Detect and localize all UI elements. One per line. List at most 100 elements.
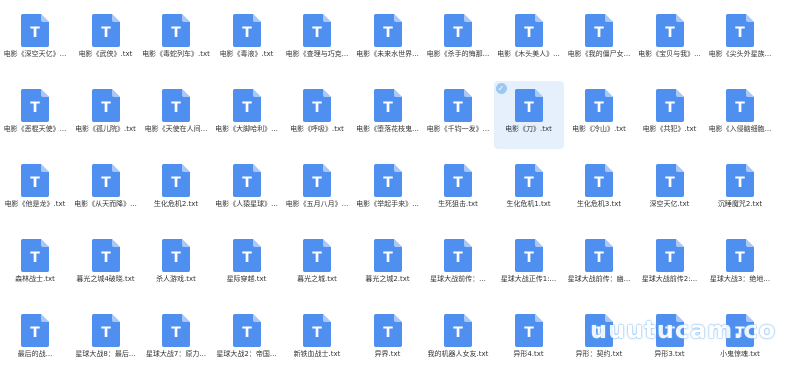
svg-text:T: T (383, 250, 393, 266)
file-item[interactable]: T 电影《呼吸》.txt (282, 81, 352, 149)
file-item[interactable]: T 星球大战2：帝国... (212, 306, 282, 374)
file-item[interactable]: T 沉睡魔咒2.txt (705, 156, 775, 224)
text-file-icon: T (373, 89, 402, 122)
file-item[interactable]: T 电影《查理与巧克... (282, 6, 352, 74)
text-file-icon: T (303, 89, 331, 122)
file-item[interactable]: T 最后的战... (0, 306, 70, 374)
file-item[interactable]: T 电影《恶棍天使》... (0, 81, 70, 149)
file-item[interactable]: T 电影《武侠》.txt (71, 6, 141, 74)
file-item[interactable]: T 暮光之城.txt (282, 231, 352, 299)
file-item[interactable]: T 生死狙击.txt (423, 156, 493, 224)
text-file-icon: T (514, 164, 543, 197)
file-name: 我的机器人女友.txt (427, 350, 489, 358)
text-file-icon: T (232, 239, 261, 272)
text-file-icon: T (373, 164, 402, 197)
file-item[interactable]: T 暮光之城4破晓.txt (71, 231, 141, 299)
file-item[interactable]: T 电影《孤儿院》.txt (71, 81, 141, 149)
file-item[interactable]: T 星球大战前传：... (423, 231, 493, 299)
file-item[interactable]: T 电影《天使在人间... (141, 81, 211, 149)
text-file-icon: T (585, 89, 613, 122)
svg-text:T: T (101, 175, 111, 191)
text-file-icon: T (162, 239, 190, 272)
file-name: 星球大战3：绝地... (709, 275, 771, 283)
file-item[interactable]: T 星际穿越.txt (212, 231, 282, 299)
file-item[interactable]: T 电影《冷山》.txt (564, 81, 634, 149)
file-item[interactable]: T 杀人游戏.txt (141, 231, 211, 299)
file-item[interactable]: T 星球大战前传2:... (635, 231, 705, 299)
file-item[interactable]: T 电影《举起手来》... (353, 156, 423, 224)
text-file-icon: T (585, 239, 613, 272)
file-name: 异形：契约.txt (575, 350, 623, 358)
file-item[interactable]: T 电影《毒蛇列车》.txt (141, 6, 211, 74)
file-item[interactable]: T 电影《大脚哈利》... (212, 81, 282, 149)
file-name: 电影《武侠》.txt (78, 50, 133, 58)
file-item[interactable]: T 电影《深空天亿》... (0, 6, 70, 74)
file-item[interactable]: T 生化危机3.txt (564, 156, 634, 224)
svg-text:T: T (735, 100, 745, 116)
file-name: 电影《查理与巧克... (285, 50, 349, 58)
file-item[interactable]: T 生化危机1.txt (494, 156, 564, 224)
file-item[interactable]: T 电影《五月八月》... (282, 156, 352, 224)
file-item[interactable]: T 电影《尖头外星族... (705, 6, 775, 74)
file-item[interactable]: T 电影《未来水世界... (353, 6, 423, 74)
file-name: 电影《杀手的悔那... (426, 50, 490, 58)
file-item[interactable]: T 电影《木头美人》... (494, 6, 564, 74)
file-item[interactable]: T 暮光之城2.txt (353, 231, 423, 299)
file-item[interactable]: T 星球大战8：最后... (71, 306, 141, 374)
file-item[interactable]: T 森林战士.txt (0, 231, 70, 299)
file-name: 最后的战... (17, 350, 53, 358)
svg-text:T: T (171, 100, 181, 116)
file-item[interactable]: T 电影《我的僵尸女... (564, 6, 634, 74)
file-item[interactable]: T 电影《宝贝与我》... (635, 6, 705, 74)
file-item[interactable]: T 异界.txt (353, 306, 423, 374)
file-item[interactable]: T 电影《堕落花枝鬼... (353, 81, 423, 149)
svg-text:T: T (383, 175, 393, 191)
text-file-icon: T (373, 314, 402, 347)
file-item[interactable]: T 异形4.txt (494, 306, 564, 374)
file-item[interactable]: T 星球大战正传1:... (494, 231, 564, 299)
file-name: 电影《他是龙》.txt (4, 200, 66, 208)
file-item[interactable]: T 电影《毒液》.txt (212, 6, 282, 74)
svg-text:T: T (312, 100, 322, 116)
file-item[interactable]: T 电影《从天而降》... (71, 156, 141, 224)
file-item[interactable]: T 电影《杀手的悔那... (423, 6, 493, 74)
svg-text:T: T (242, 175, 252, 191)
file-item[interactable]: T 生化危机2.txt (141, 156, 211, 224)
file-item[interactable]: T 星球大战3：绝地... (705, 231, 775, 299)
file-name: 星球大战2：帝国... (216, 350, 277, 358)
file-name: 电影《呼吸》.txt (290, 125, 344, 133)
svg-text:T: T (30, 100, 40, 116)
svg-text:T: T (312, 25, 322, 41)
file-item[interactable]: T 电影《入侵脑细胞... (705, 81, 775, 149)
svg-text:T: T (453, 175, 463, 191)
svg-text:T: T (101, 325, 111, 341)
text-file-icon: T (21, 314, 49, 347)
file-item[interactable]: T 电影《他是龙》.txt (0, 156, 70, 224)
text-file-icon: T (232, 14, 261, 47)
text-file-icon: T (726, 164, 754, 197)
svg-text:T: T (30, 175, 40, 191)
file-item[interactable]: T 电影《共犯》.txt (635, 81, 705, 149)
file-name: 星球大战正传1:... (500, 275, 557, 283)
file-item[interactable]: T 我的机器人女友.txt (423, 306, 493, 374)
text-file-icon: T (91, 164, 120, 197)
file-item[interactable]: T 电影《千钧一发》... (423, 81, 493, 149)
file-name: 沉睡魔咒2.txt (717, 200, 763, 208)
text-file-icon: T (303, 14, 331, 47)
text-file-icon: T (444, 164, 472, 197)
svg-text:T: T (735, 175, 745, 191)
file-item[interactable]: T 深空天亿.txt (635, 156, 705, 224)
file-item[interactable]: ✓ T 电影《刀》.txt (493, 81, 564, 149)
text-file-icon: T (162, 14, 190, 47)
svg-text:T: T (242, 100, 252, 116)
file-name: 森林战士.txt (15, 275, 55, 283)
file-item[interactable]: T 星球大战前传：幽... (564, 231, 634, 299)
file-item[interactable]: T 新铁血战士.txt (282, 306, 352, 374)
check-icon[interactable]: ✓ (495, 83, 507, 94)
svg-text:T: T (312, 250, 322, 266)
file-item[interactable]: T 电影《人猿星球》... (212, 156, 282, 224)
file-item[interactable]: T 星球大战7：原力... (141, 306, 211, 374)
file-name: 电影《从天而降》... (74, 200, 137, 208)
file-name: 电影《共犯》.txt (642, 125, 697, 133)
file-name: 电影《人猿星球》... (215, 200, 278, 208)
